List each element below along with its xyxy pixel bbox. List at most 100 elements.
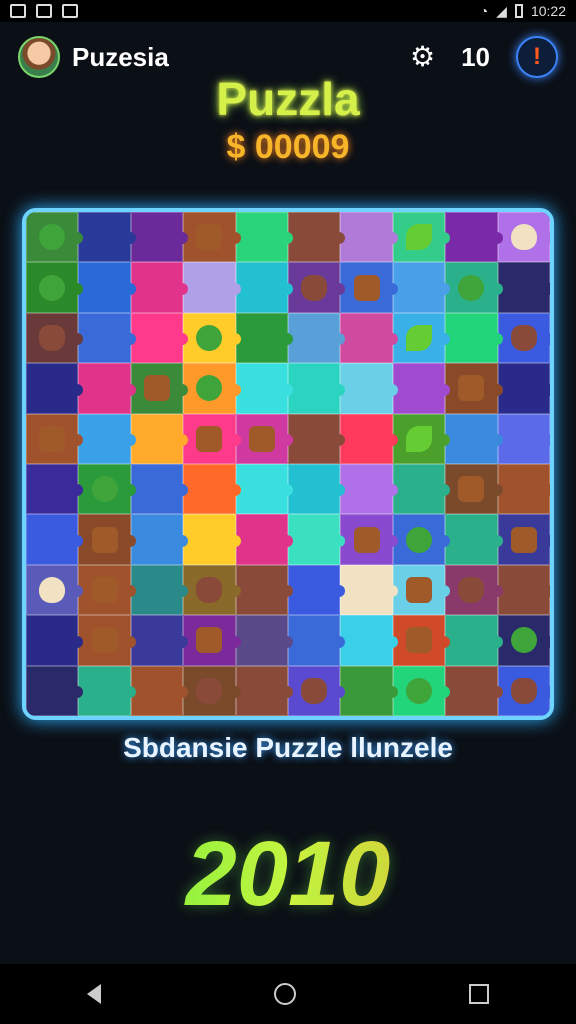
puzzle-tile[interactable] <box>183 615 242 666</box>
puzzle-tile[interactable] <box>235 262 294 313</box>
puzzle-tile[interactable] <box>497 413 550 464</box>
puzzle-tile[interactable] <box>235 312 294 364</box>
puzzle-tile[interactable] <box>130 363 189 414</box>
puzzle-tile[interactable] <box>130 514 189 565</box>
puzzle-tile[interactable] <box>26 665 84 716</box>
recent-apps-icon[interactable] <box>469 984 490 1004</box>
puzzle-tile[interactable] <box>392 212 451 263</box>
puzzle-tile[interactable] <box>78 665 137 716</box>
puzzle-tile[interactable] <box>78 514 137 565</box>
gear-icon[interactable]: ⚙ <box>410 43 435 71</box>
puzzle-tile[interactable] <box>392 363 451 414</box>
puzzle-tile[interactable] <box>392 413 451 464</box>
puzzle-tile[interactable] <box>392 564 451 616</box>
puzzle-tile[interactable] <box>392 464 451 515</box>
puzzle-tile[interactable] <box>235 615 294 666</box>
puzzle-tile[interactable] <box>445 413 504 464</box>
puzzle-tile[interactable] <box>26 262 84 313</box>
puzzle-tile[interactable] <box>392 665 451 716</box>
puzzle-tile[interactable] <box>26 564 84 616</box>
puzzle-tile[interactable] <box>392 312 451 364</box>
puzzle-tile[interactable] <box>288 413 346 464</box>
puzzle-tile[interactable] <box>445 464 504 515</box>
puzzle-tile[interactable] <box>183 514 242 565</box>
puzzle-tile[interactable] <box>497 665 550 716</box>
puzzle-tile[interactable] <box>497 212 550 263</box>
home-icon[interactable] <box>273 983 296 1005</box>
puzzle-tile[interactable] <box>497 464 550 515</box>
puzzle-tile[interactable] <box>78 312 137 364</box>
puzzle-tile[interactable] <box>340 665 399 716</box>
puzzle-tile[interactable] <box>392 262 451 313</box>
back-icon[interactable] <box>86 984 101 1004</box>
puzzle-tile[interactable] <box>183 363 242 414</box>
puzzle-tile[interactable] <box>26 464 84 515</box>
puzzle-tile[interactable] <box>78 212 137 263</box>
puzzle-tile[interactable] <box>235 413 294 464</box>
puzzle-tile[interactable] <box>497 514 550 565</box>
puzzle-tile[interactable] <box>183 665 242 716</box>
puzzle-tile[interactable] <box>288 312 346 364</box>
puzzle-tile[interactable] <box>235 564 294 616</box>
puzzle-board[interactable] <box>22 208 554 720</box>
puzzle-tile[interactable] <box>497 564 550 616</box>
puzzle-tile[interactable] <box>340 464 399 515</box>
puzzle-tile[interactable] <box>340 262 399 313</box>
puzzle-tile[interactable] <box>445 665 504 716</box>
puzzle-tile[interactable] <box>497 312 550 364</box>
puzzle-tile[interactable] <box>26 615 84 666</box>
puzzle-tile[interactable] <box>235 665 294 716</box>
puzzle-tile[interactable] <box>130 564 189 616</box>
puzzle-tile[interactable] <box>130 212 189 263</box>
puzzle-tile[interactable] <box>78 464 137 515</box>
puzzle-tile[interactable] <box>288 464 346 515</box>
puzzle-tile[interactable] <box>445 363 504 414</box>
puzzle-tile[interactable] <box>340 312 399 364</box>
puzzle-tile[interactable] <box>183 312 242 364</box>
puzzle-tile[interactable] <box>340 413 399 464</box>
puzzle-tile[interactable] <box>288 564 346 616</box>
puzzle-tile[interactable] <box>183 262 242 313</box>
puzzle-tile[interactable] <box>497 363 550 414</box>
puzzle-tile[interactable] <box>78 413 137 464</box>
puzzle-tile[interactable] <box>392 615 451 666</box>
puzzle-tile[interactable] <box>235 212 294 263</box>
puzzle-tile[interactable] <box>26 312 84 364</box>
puzzle-tile[interactable] <box>130 413 189 464</box>
puzzle-tile[interactable] <box>130 665 189 716</box>
puzzle-tile[interactable] <box>288 665 346 716</box>
puzzle-tile[interactable] <box>26 514 84 565</box>
puzzle-tile[interactable] <box>445 312 504 364</box>
puzzle-tile[interactable] <box>288 615 346 666</box>
puzzle-tile[interactable] <box>445 212 504 263</box>
puzzle-tile[interactable] <box>445 262 504 313</box>
puzzle-tile[interactable] <box>78 363 137 414</box>
puzzle-tile[interactable] <box>445 615 504 666</box>
puzzle-tile[interactable] <box>78 262 137 313</box>
puzzle-tile[interactable] <box>392 514 451 565</box>
puzzle-tile[interactable] <box>340 564 399 616</box>
puzzle-tile[interactable] <box>288 514 346 565</box>
puzzle-tile[interactable] <box>340 514 399 565</box>
puzzle-tile[interactable] <box>445 564 504 616</box>
puzzle-tile[interactable] <box>235 514 294 565</box>
puzzle-tile[interactable] <box>445 514 504 565</box>
puzzle-tile[interactable] <box>130 615 189 666</box>
puzzle-tile[interactable] <box>26 212 84 263</box>
puzzle-tile[interactable] <box>288 262 346 313</box>
puzzle-tile[interactable] <box>183 564 242 616</box>
puzzle-tile[interactable] <box>288 363 346 414</box>
puzzle-tile[interactable] <box>340 615 399 666</box>
puzzle-tile[interactable] <box>130 464 189 515</box>
puzzle-tile[interactable] <box>288 212 346 263</box>
puzzle-tile[interactable] <box>235 363 294 414</box>
puzzle-tile[interactable] <box>183 212 242 263</box>
puzzle-tile[interactable] <box>497 615 550 666</box>
puzzle-tile[interactable] <box>78 615 137 666</box>
puzzle-tile[interactable] <box>26 413 84 464</box>
puzzle-tile[interactable] <box>78 564 137 616</box>
puzzle-tile[interactable] <box>130 312 189 364</box>
puzzle-grid[interactable] <box>26 212 550 716</box>
puzzle-tile[interactable] <box>340 212 399 263</box>
puzzle-tile[interactable] <box>183 464 242 515</box>
